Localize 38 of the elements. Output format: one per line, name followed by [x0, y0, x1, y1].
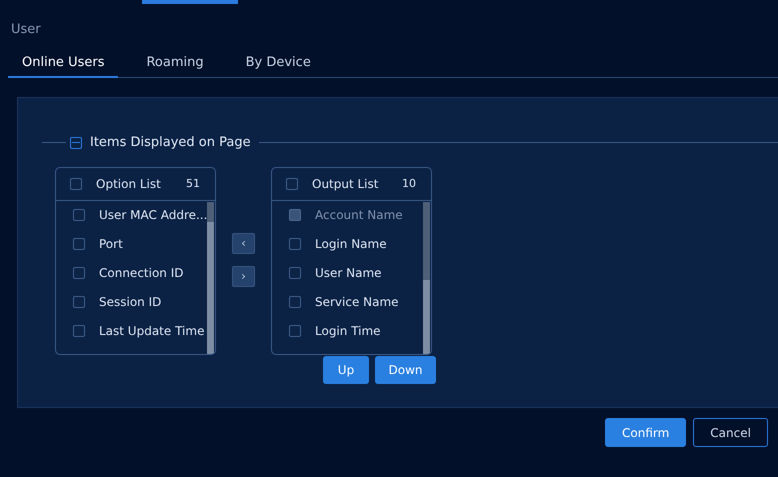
tab[interactable]: Roaming [132, 50, 218, 78]
checkbox[interactable] [289, 267, 301, 279]
list-item[interactable]: Port [56, 230, 215, 258]
list-item[interactable]: Last Update Time [56, 316, 215, 346]
checkbox[interactable] [70, 136, 82, 149]
section-title: Items Displayed on Page [90, 134, 251, 152]
checkbox[interactable] [73, 325, 85, 337]
dialog-button[interactable]: Confirm [605, 418, 686, 447]
item-count: 51 [186, 176, 200, 192]
tab[interactable]: By Device [232, 50, 325, 78]
checkbox[interactable] [73, 238, 85, 250]
page-title: User [11, 22, 41, 38]
checkbox[interactable] [70, 178, 82, 190]
list-item[interactable]: Login Time [272, 316, 431, 346]
scrollbar[interactable] [423, 202, 430, 354]
list-item[interactable]: Login Name [272, 230, 431, 258]
dialog-button[interactable]: Cancel [693, 418, 768, 447]
list-item[interactable]: User Name [272, 258, 431, 288]
list-item[interactable]: Session ID [56, 288, 215, 316]
arrow-button[interactable]: ‹ [232, 232, 255, 254]
list-item[interactable]: User MAC Addre... [56, 200, 215, 230]
tab[interactable]: Online Users [8, 50, 118, 78]
arrow-button[interactable]: › [232, 266, 255, 286]
checkbox[interactable] [286, 178, 298, 190]
checkbox[interactable] [73, 209, 85, 221]
scrollbar[interactable] [207, 202, 214, 354]
checkbox[interactable] [289, 325, 301, 337]
checkbox[interactable] [73, 296, 85, 308]
list-item[interactable]: Service Name [272, 288, 431, 316]
move-button[interactable]: Up [323, 356, 369, 384]
checkbox[interactable] [73, 267, 85, 279]
move-button[interactable]: Down [375, 356, 436, 384]
list-title: Option List [96, 176, 161, 192]
item-count: 10 [402, 176, 416, 192]
list-title: Output List [312, 176, 378, 192]
checkbox[interactable] [289, 296, 301, 308]
list-item[interactable]: Connection ID [56, 258, 215, 288]
checkbox[interactable] [289, 238, 301, 250]
